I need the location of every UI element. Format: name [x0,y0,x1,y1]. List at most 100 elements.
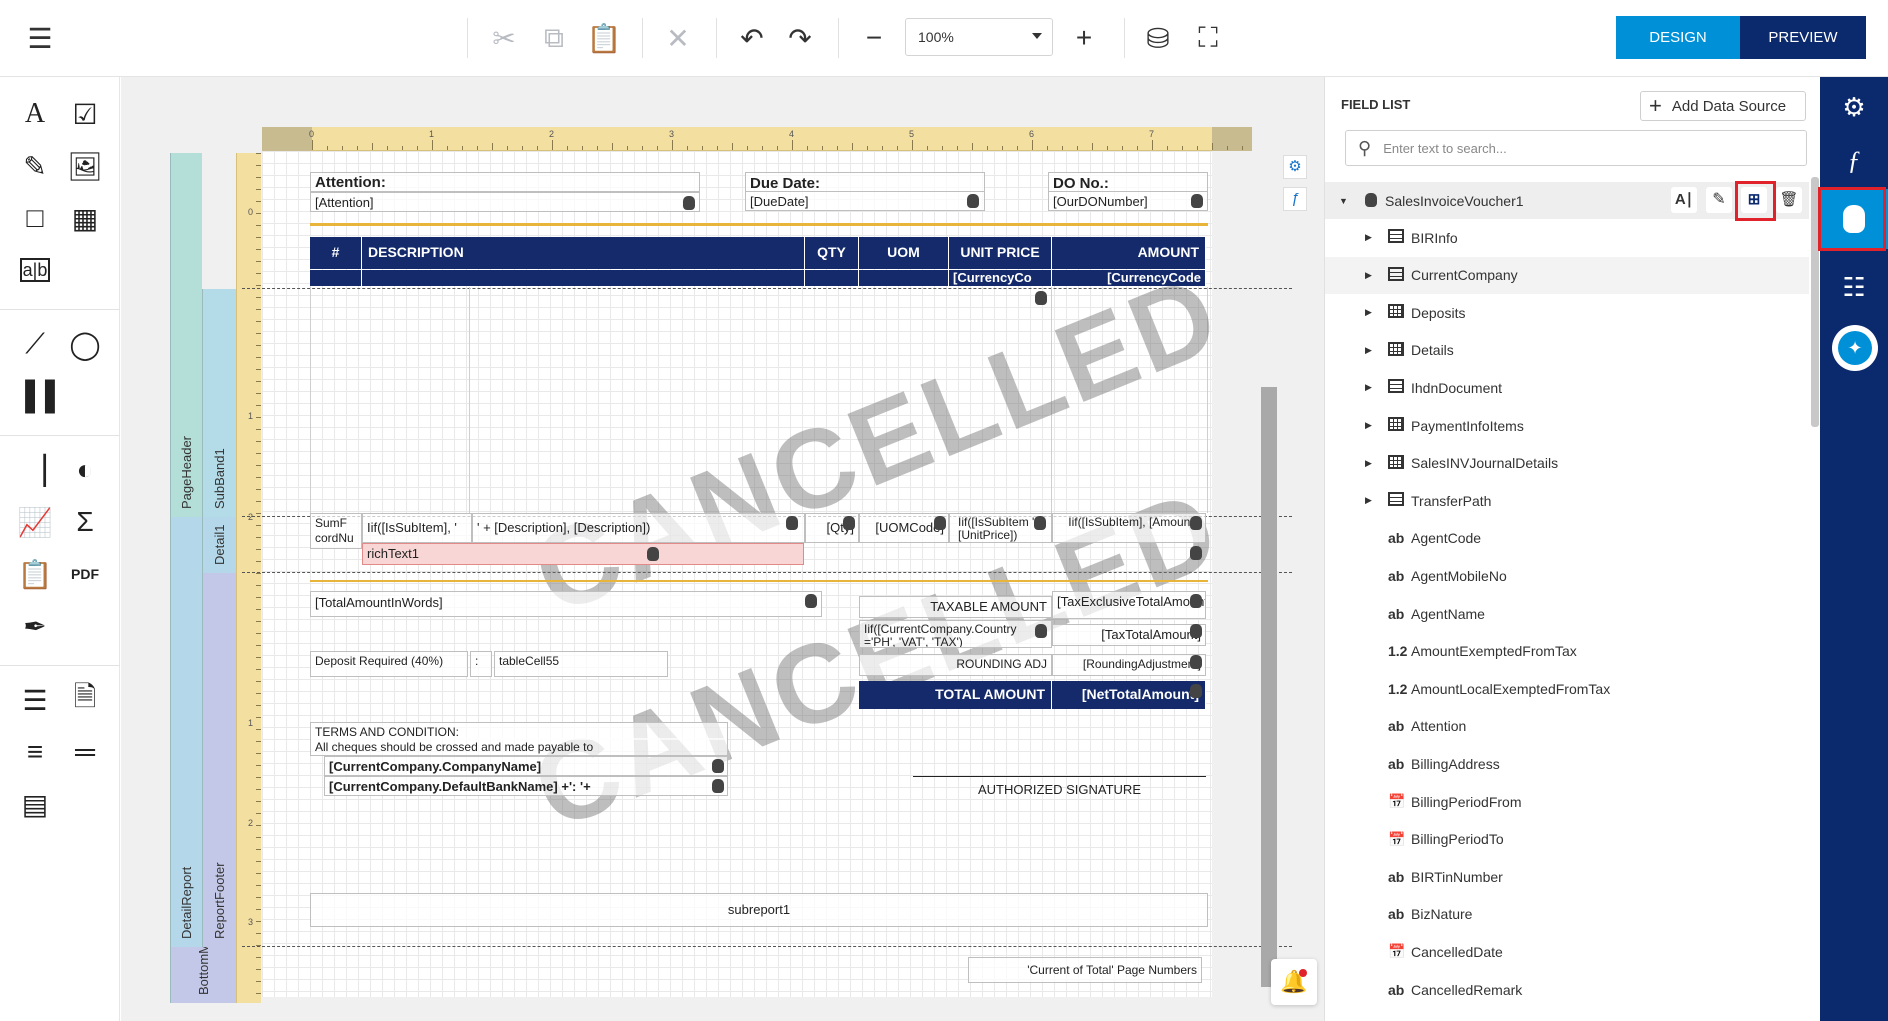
menu-icon[interactable]: ☰ [20,18,60,58]
rounding-value[interactable]: [RoundingAdjustment] [1052,654,1206,676]
due-date-field[interactable]: [DueDate] [745,191,985,211]
zoom-select[interactable]: 100% [905,18,1053,56]
design-button[interactable]: DESIGN [1616,16,1740,59]
total-amount-label[interactable]: TOTAL AMOUNT [859,681,1052,709]
redo-icon[interactable]: ↷ [780,18,820,58]
tax-value[interactable]: [TaxTotalAmount] [1052,624,1206,646]
chevron-right-icon[interactable]: ▶ [1365,270,1372,281]
currency-cell[interactable] [310,270,362,286]
delete-icon[interactable]: ✕ [658,18,698,58]
clipboard-tool-icon[interactable]: 📋 [12,551,58,597]
shape-tool-icon[interactable]: ◯ [62,321,108,367]
due-date-label[interactable]: Due Date: [745,172,985,192]
fullscreen-icon[interactable]: ⛶ [1188,18,1228,58]
attention-field[interactable]: [Attention] [310,192,700,212]
currency-cell[interactable] [362,270,805,286]
subreport-control[interactable]: subreport1 [310,893,1208,927]
company-name-field[interactable]: [CurrentCompany.CompanyName] [324,756,728,776]
tree-item[interactable]: ▶ TransferPath [1325,482,1809,519]
currency-code-cell[interactable]: [CurrencyCo [949,270,1052,286]
notification-bell-icon[interactable]: 🔔 [1271,959,1317,1005]
chevron-right-icon[interactable]: ▶ [1365,345,1372,356]
cross-band-box-icon[interactable]: ▤ [12,781,58,827]
sum-record-cell[interactable]: SumF cordNu [310,513,362,549]
header-qty[interactable]: QTY [805,237,859,269]
chart-tool-icon[interactable]: ▕ [12,447,58,493]
label-tool-icon[interactable]: A [12,91,58,137]
chevron-right-icon[interactable]: ▶ [1365,382,1372,393]
report-explorer-icon[interactable]: ☷ [1834,267,1874,307]
band-subband1[interactable]: SubBand1 [202,289,236,517]
tree-item[interactable]: 1.2 AmountLocalExemptedFromTax [1325,670,1809,707]
panel-tool-icon[interactable]: □ [12,195,58,241]
gear-icon[interactable]: ⚙ [1834,87,1874,127]
paste-icon[interactable]: 📋 [584,18,624,58]
line-tool-icon[interactable]: ⟋ [12,321,58,367]
tree-item[interactable]: ▶ Details [1325,332,1809,369]
richtext-control[interactable]: richText1 [362,543,804,565]
band-detailreport[interactable]: DetailReport [170,517,202,947]
attention-label[interactable]: Attention: [310,172,700,192]
page-info-tool-icon[interactable]: 🗎 [62,677,108,723]
pdf-tool-icon[interactable]: PDF [62,551,108,597]
chevron-down-icon[interactable]: ▼ [1339,196,1348,206]
band-pageheader[interactable]: PageHeader [170,153,202,517]
field-search-input[interactable]: ⚲ Enter text to search... [1345,130,1807,166]
description-tail-cell[interactable]: ' + [Description], [Description]) [472,513,805,543]
function-icon[interactable]: ƒ [1283,187,1307,211]
add-data-source-button[interactable]: + Add Data Source [1640,91,1806,121]
colon-label[interactable]: : [470,651,492,677]
validate-datasource-icon[interactable]: ⛁ [1138,18,1178,58]
tree-item[interactable]: ab BillingAddress [1325,745,1809,782]
header-description[interactable]: DESCRIPTION [362,237,805,269]
tree-item[interactable]: ab AgentName [1325,595,1809,632]
tree-item[interactable]: 📅 CancelledDate [1325,933,1809,970]
band-detail1[interactable]: Detail1 [202,517,236,573]
tree-item[interactable]: ab AgentMobileNo [1325,557,1809,594]
copy-icon[interactable]: ⧉ [534,18,574,58]
deposit-label[interactable]: Deposit Required (40%) [310,651,468,677]
tree-item[interactable]: ab AgentCode [1325,520,1809,557]
zoom-out-icon[interactable]: − [854,18,894,58]
amount-cell[interactable]: Iif([IsSubItem], [Amount]) [1052,513,1206,543]
chat-assistant-icon[interactable]: ✦ [1832,325,1878,371]
page-numbers-control[interactable]: 'Current of Total' Page Numbers [968,957,1202,983]
signature-tool-icon[interactable]: ✒ [12,603,58,649]
tree-item[interactable]: ▶ SalesINVJournalDetails [1325,445,1809,482]
richtext-tool-icon[interactable]: ✎ [12,143,58,189]
table-of-contents-tool-icon[interactable]: ☰ [12,677,58,723]
tree-item[interactable]: ▶ IhdnDocument [1325,369,1809,406]
bank-name-field[interactable]: [CurrentCompany.DefaultBankName] +': '+ [324,776,728,796]
header-uom[interactable]: UOM [859,237,949,269]
gear-icon[interactable]: ⚙ [1283,155,1307,179]
amount-in-words-field[interactable]: [TotalAmountInWords] [310,591,822,617]
table-cell-55[interactable]: tableCell55 [494,651,668,677]
currency-cell[interactable] [805,270,859,286]
edit-icon[interactable]: ✎ [1706,187,1732,213]
gauge-tool-icon[interactable]: ◐ [62,447,108,493]
chevron-right-icon[interactable]: ▶ [1365,232,1372,243]
rounding-label[interactable]: ROUNDING ADJ [859,654,1052,676]
chevron-right-icon[interactable]: ▶ [1365,458,1372,469]
tax-label[interactable]: Iif([CurrentCompany.Country ='PH', 'VAT'… [859,620,1052,648]
sparkline-tool-icon[interactable]: 📈 [12,499,58,545]
tree-item[interactable]: ab CancelledRemark [1325,971,1809,1008]
tree-item[interactable]: ▶ Deposits [1325,294,1809,331]
tree-item[interactable]: 📅 BillingPeriodTo [1325,821,1809,858]
chevron-right-icon[interactable]: ▶ [1365,307,1372,318]
cut-icon[interactable]: ✂ [484,18,524,58]
do-number-label[interactable]: DO No.: [1048,172,1208,192]
undo-icon[interactable]: ↶ [732,18,772,58]
picture-tool-icon[interactable]: 🖼 [62,143,108,189]
currency-cell[interactable] [859,270,949,286]
tree-item[interactable]: ▶ CurrentCompany [1325,256,1809,294]
chevron-right-icon[interactable]: ▶ [1365,495,1372,506]
header-hash[interactable]: # [310,237,362,269]
tree-item[interactable]: ▶ BIRInfo [1325,219,1809,256]
trash-icon[interactable]: 🗑 [1776,187,1802,213]
table-tool-icon[interactable]: ▦ [62,195,108,241]
band-bottommargin[interactable]: BottomMargin [170,947,236,1003]
summary-tool-icon[interactable]: Σ [62,499,108,545]
terms-text[interactable]: All cheques should be crossed and made p… [310,738,728,756]
tree-item[interactable]: ab BIRTinNumber [1325,858,1809,895]
